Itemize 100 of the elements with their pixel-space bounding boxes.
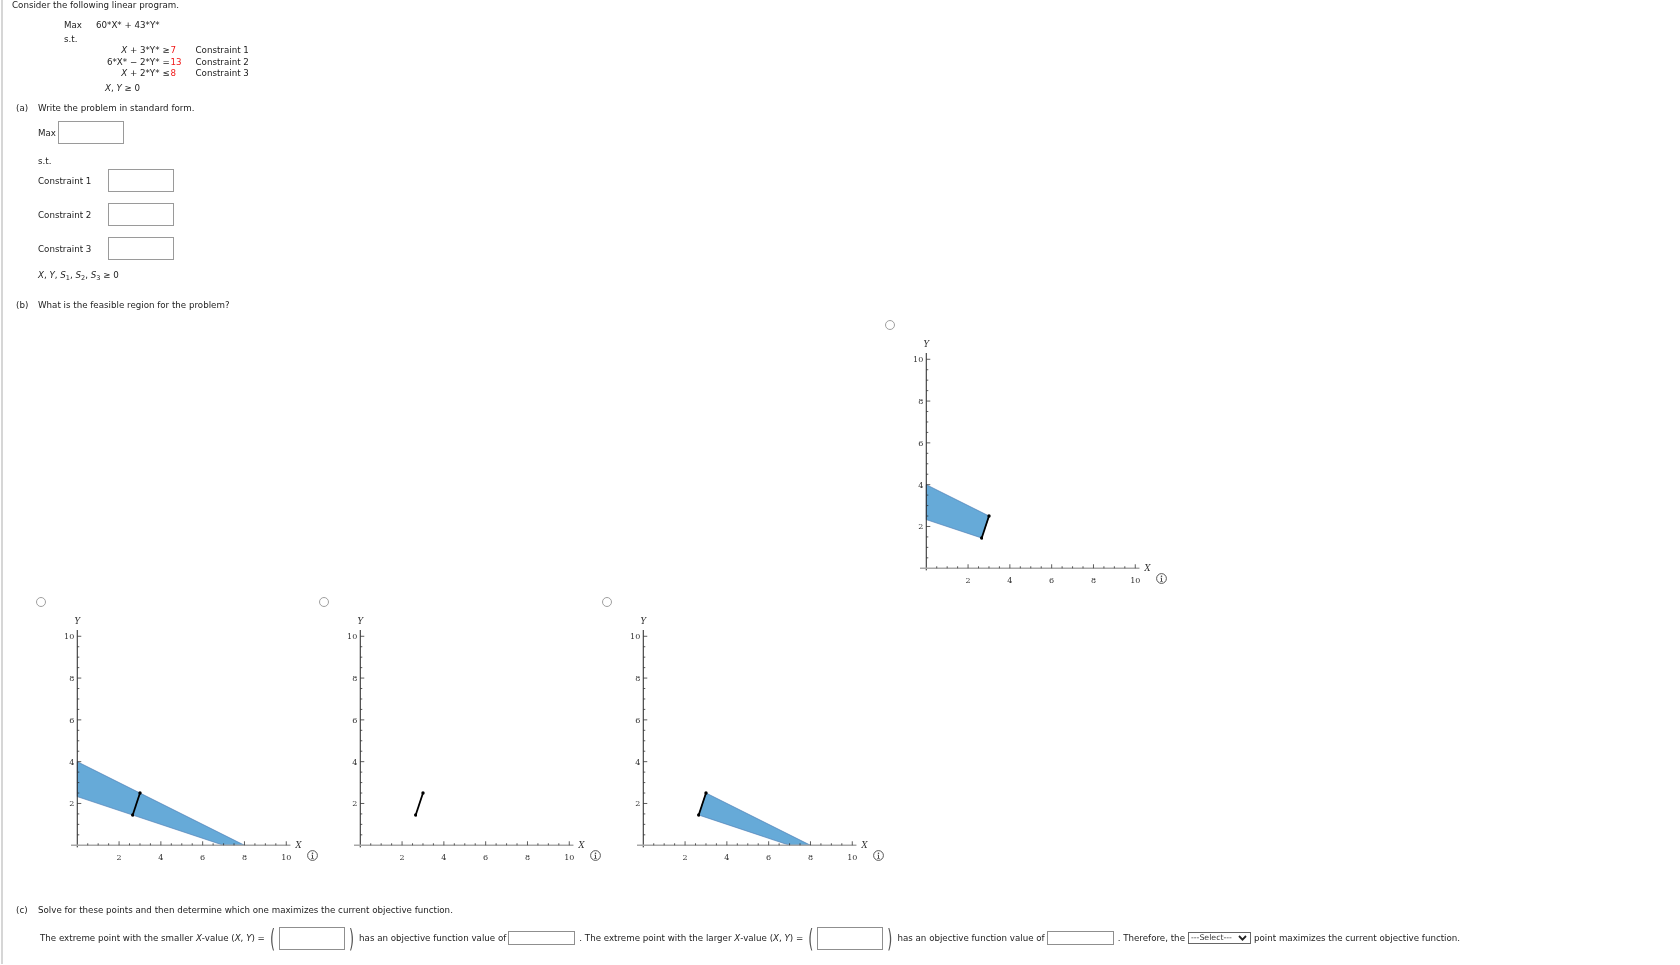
tick-label: 10 [847, 853, 858, 863]
tick-label: 2 [918, 522, 924, 532]
tick-label: 10 [347, 632, 358, 642]
constraint-label: Constraint 3 [195, 68, 249, 80]
info-icon[interactable] [307, 850, 318, 861]
axis-label: Y [923, 339, 930, 349]
prompt-text: Write the problem in standard form. [38, 102, 195, 114]
constraint-value: 7 [170, 45, 178, 57]
axis-label: X [1144, 563, 1151, 574]
chevron-down-icon [1238, 935, 1247, 941]
prompt-text: Solve for these points and then determine which one maximizes the current objective function. [38, 904, 453, 916]
sentence-text: point maximizes the current objective function. [1253, 932, 1462, 944]
constraint-operator: = [161, 56, 171, 68]
constraint-operator: ≥ [161, 45, 171, 57]
tick-label: 4 [635, 757, 641, 767]
constraint-expression: X + 2*Y* [120, 68, 160, 80]
tick-label: 4 [918, 480, 924, 490]
tick-label: 4 [69, 757, 75, 767]
input-field[interactable] [1046, 931, 1114, 945]
part-label: (c) [16, 904, 29, 916]
sentence-text: . The extreme point with the larger X-value (X, Y) = [578, 932, 805, 944]
tick-label: 6 [766, 853, 772, 863]
sentence-text: . Therefore, the [1116, 932, 1186, 944]
tick-label: 6 [483, 853, 489, 863]
feasible-region [925, 484, 990, 539]
tick-label: 10 [630, 632, 641, 642]
constraint-expression: X + 3*Y* [120, 45, 160, 57]
tick-label: 4 [352, 757, 358, 767]
radio-button[interactable] [319, 597, 329, 607]
subject-to-label: s.t. [38, 155, 52, 167]
part-label: (b) [16, 299, 30, 311]
tick-label: 4 [1007, 576, 1013, 586]
tick-label: 8 [918, 397, 924, 407]
tick-label: 4 [441, 853, 447, 863]
tick-label: 6 [635, 715, 641, 725]
parenthesis: ( [808, 924, 814, 952]
axis-label: X [578, 840, 585, 851]
tick-label: 6 [1049, 576, 1055, 586]
parenthesis: ( [269, 924, 275, 952]
tick-label: 2 [965, 576, 971, 586]
objective-label: Max [64, 19, 83, 31]
tick-label: 8 [1090, 576, 1096, 586]
info-icon[interactable] [873, 850, 884, 861]
tick-label: 8 [524, 853, 530, 863]
tick-label: 4 [724, 853, 730, 863]
nonnegativity-condition: X, Y ≥ 0 [105, 82, 141, 94]
input-field[interactable] [508, 931, 576, 945]
input-field[interactable] [108, 169, 174, 192]
radio-button[interactable] [36, 597, 46, 607]
sentence-text: The extreme point with the smaller X-value (X, Y) = [39, 932, 266, 944]
radio-button[interactable] [602, 597, 612, 607]
constraint-value: 13 [170, 56, 183, 68]
constraint-label: Constraint 2 [38, 208, 93, 221]
info-icon[interactable] [590, 850, 601, 861]
tick-label: 8 [807, 853, 813, 863]
info-icon[interactable] [1156, 573, 1167, 584]
tick-label: 2 [352, 799, 358, 809]
tick-label: 6 [200, 853, 206, 863]
constraint-operator: ≤ [161, 68, 171, 80]
tick-label: 6 [352, 715, 358, 725]
tick-label: 6 [918, 438, 924, 448]
tick-label: 10 [1130, 576, 1141, 586]
axis-label: Y [357, 616, 364, 626]
input-field[interactable] [58, 121, 124, 144]
tick-label: 2 [399, 853, 405, 863]
tick-label: 2 [116, 853, 122, 863]
sentence-text: has an objective function value of [896, 932, 1046, 944]
input-field[interactable] [108, 203, 174, 226]
prompt-text: What is the feasible region for the problem? [38, 299, 230, 311]
sentence-text: has an objective function value of [358, 932, 508, 944]
objective-expression: 60*X* + 43*Y* [96, 19, 160, 31]
boundary-line [131, 791, 142, 817]
axis-label: X [861, 840, 868, 851]
constraint-label: Constraint 1 [195, 45, 249, 57]
part-label: (a) [16, 102, 30, 114]
input-field[interactable] [278, 926, 345, 950]
tick-label: 2 [635, 799, 641, 809]
input-field[interactable] [817, 926, 884, 950]
tick-label: 2 [682, 853, 688, 863]
axis-label: X [295, 840, 302, 851]
tick-label: 8 [69, 674, 75, 684]
constraint-label: Constraint 1 [38, 174, 93, 187]
tick-label: 10 [281, 853, 292, 863]
nonnegativity-condition: X, Y, S$_{1}$, S$_{2}$, S$_{3}$ ≥ 0 [38, 269, 119, 281]
boundary-line [697, 791, 708, 817]
input-field[interactable] [108, 237, 174, 260]
tick-label: 8 [352, 674, 358, 684]
tick-label: 2 [69, 799, 75, 809]
radio-button[interactable] [885, 320, 895, 330]
tick-label: 8 [635, 674, 641, 684]
tick-label: 6 [69, 715, 75, 725]
parenthesis: ) [887, 924, 893, 952]
boundary-line [414, 791, 425, 817]
tick-label: 10 [64, 632, 75, 642]
subject-to-label: s.t. [64, 33, 78, 45]
tick-label: 10 [564, 853, 575, 863]
tick-label: 8 [241, 853, 247, 863]
tick-label: 4 [158, 853, 164, 863]
intro-text: Consider the following linear program. [12, 0, 180, 11]
constraint-label: Constraint 3 [38, 242, 93, 255]
